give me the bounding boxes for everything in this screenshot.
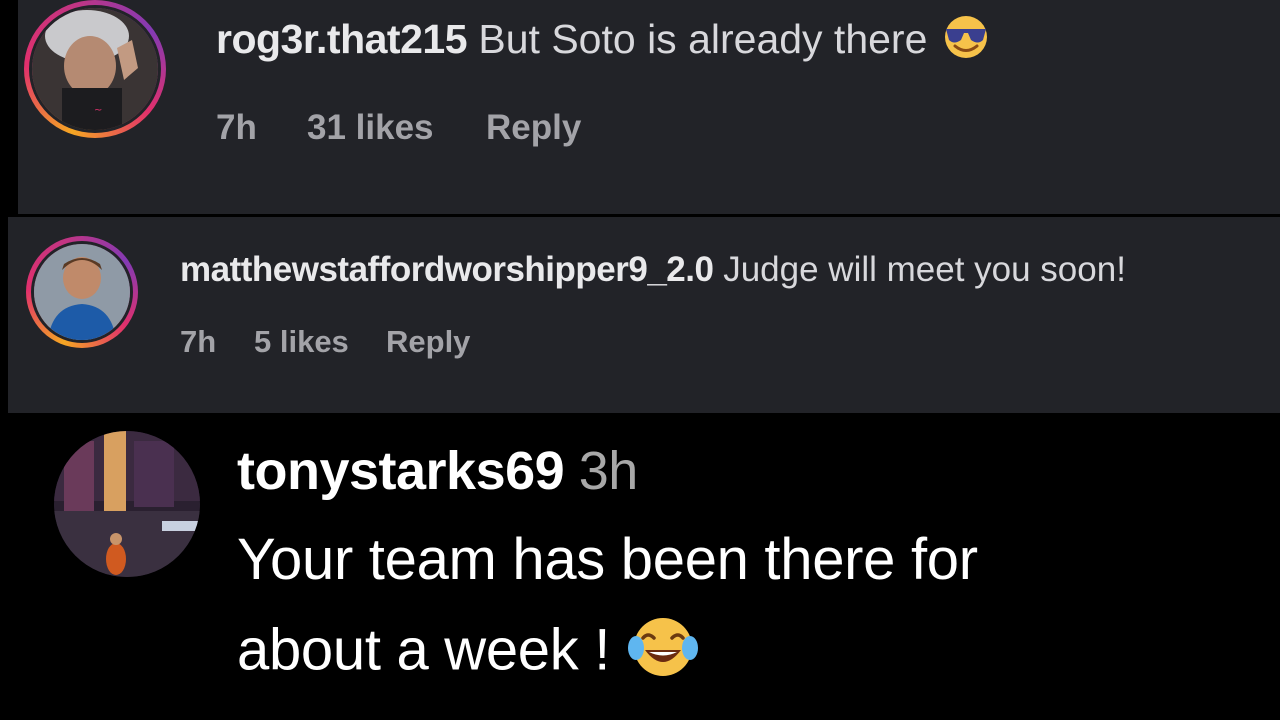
comment-time: 7h <box>216 108 257 147</box>
avatar-ring[interactable] <box>26 236 138 348</box>
face-with-tears-of-joy-icon <box>626 614 700 694</box>
reply-button[interactable]: Reply <box>486 108 581 148</box>
comment-text: Judge will meet you soon! <box>723 250 1126 289</box>
svg-text:~: ~ <box>94 105 102 116</box>
comment-card-2 <box>8 217 1280 413</box>
comment-text: But Soto is already there <box>478 15 928 62</box>
comment-1-line: rog3r.that215 But Soto is already there <box>216 14 993 70</box>
avatar-ring[interactable]: ~ <box>24 0 166 138</box>
comment-3-header: tonystarks69 3h <box>237 440 638 502</box>
avatar-photo-1: ~ <box>32 8 158 130</box>
comment-time: 7h <box>180 324 217 359</box>
comment-likes[interactable]: 5 likes <box>254 324 349 360</box>
comment-text-line-1: Your team has been there for <box>237 527 978 592</box>
avatar[interactable] <box>31 241 133 343</box>
comment-2-line: matthewstaffordworshipper9_2.0 Judge wil… <box>180 250 1126 290</box>
comment-text-line-2: about a week ! <box>237 614 700 694</box>
comment-username[interactable]: matthewstaffordworshipper9_2.0 <box>180 250 714 289</box>
smiling-face-with-sunglasses-icon <box>939 14 993 70</box>
reply-button[interactable]: Reply <box>386 324 470 360</box>
comment-1-meta: 7h <box>216 108 257 148</box>
comment-username[interactable]: rog3r.that215 <box>216 16 468 62</box>
comment-time: 3h <box>578 441 639 501</box>
avatar[interactable] <box>54 431 200 577</box>
avatar-photo-2 <box>34 244 130 340</box>
avatar-photo-3 <box>54 431 200 577</box>
comment-text: about a week ! <box>237 617 611 683</box>
comment-likes[interactable]: 31 likes <box>307 108 434 148</box>
comment-username[interactable]: tonystarks69 <box>237 441 565 501</box>
avatar[interactable]: ~ <box>29 5 161 133</box>
